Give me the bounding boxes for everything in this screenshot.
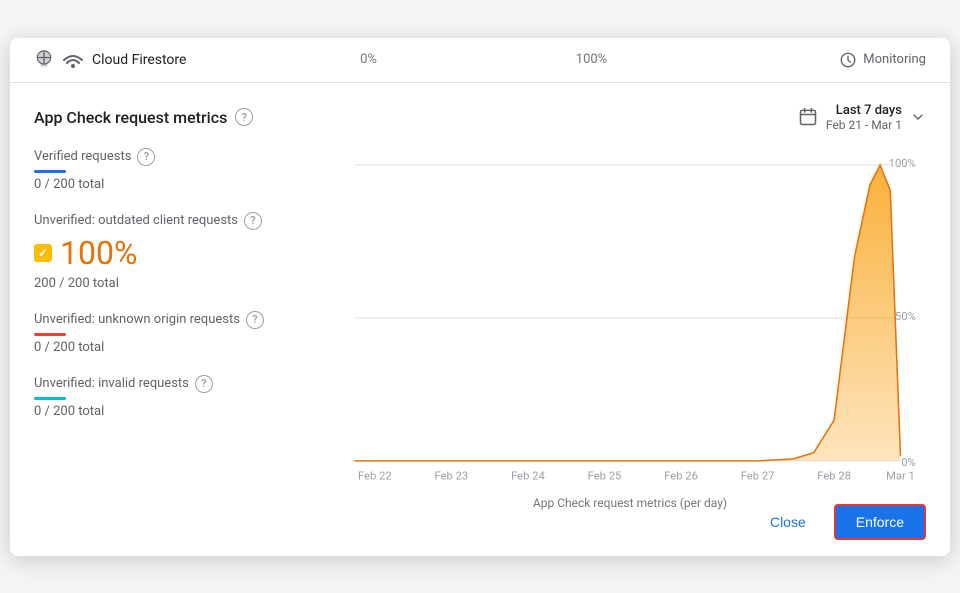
monitoring-link[interactable]: Monitoring: [703, 51, 926, 69]
svg-text:50%: 50%: [895, 310, 916, 323]
top-bar: Cloud Firestore 0% 100% Monitoring: [10, 38, 950, 83]
firestore-icon: [34, 50, 54, 70]
date-range-text: Last 7 days Feb 21 - Mar 1: [826, 103, 902, 132]
monitoring-label: Monitoring: [863, 52, 926, 67]
svg-text:Feb 23: Feb 23: [435, 469, 469, 482]
metrics-panel: Verified requests ? 0 / 200 total Unveri…: [34, 148, 334, 488]
svg-text:Feb 28: Feb 28: [817, 469, 851, 482]
service-info: Cloud Firestore: [34, 50, 257, 70]
chart-svg: 100% 50% 0%: [334, 148, 926, 488]
date-range-sub: Feb 21 - Mar 1: [826, 118, 902, 132]
metric-verified-count: 0 / 200 total: [34, 177, 334, 192]
metric-verified-line: [34, 170, 66, 173]
metric-outdated-label: Unverified: outdated client requests ?: [34, 212, 334, 230]
metric-invalid-label: Unverified: invalid requests ?: [34, 375, 334, 393]
metric-outdated-count: 200 / 200 total: [34, 276, 334, 291]
calendar-icon: [798, 107, 818, 127]
metric-invalid-help-icon[interactable]: ?: [195, 375, 213, 393]
svg-text:Feb 26: Feb 26: [664, 469, 698, 482]
metric-invalid: Unverified: invalid requests ? 0 / 200 t…: [34, 375, 334, 419]
metric-unknown-count: 0 / 200 total: [34, 340, 334, 355]
metric-invalid-count: 0 / 200 total: [34, 404, 334, 419]
metric-unknown-label: Unverified: unknown origin requests ?: [34, 311, 334, 329]
svg-text:Feb 25: Feb 25: [588, 469, 622, 482]
metric-outdated-help-icon[interactable]: ?: [244, 212, 262, 230]
section-help-icon[interactable]: ?: [235, 108, 253, 126]
svg-text:0%: 0%: [901, 456, 916, 469]
chart-area: 100% 50% 0%: [334, 148, 926, 488]
content-grid: Verified requests ? 0 / 200 total Unveri…: [34, 148, 926, 488]
clock-icon: [839, 51, 857, 69]
metric-outdated: Unverified: outdated client requests ? 1…: [34, 212, 334, 291]
metric-outdated-value: 100%: [60, 234, 137, 272]
svg-text:Feb 27: Feb 27: [741, 469, 775, 482]
dialog: Cloud Firestore 0% 100% Monitoring App C…: [10, 38, 950, 556]
chart-x-label: App Check request metrics (per day): [334, 496, 926, 518]
svg-text:100%: 100%: [889, 156, 916, 169]
pct-100: 100%: [480, 52, 703, 67]
metric-invalid-line: [34, 397, 66, 400]
service-name: Cloud Firestore: [92, 52, 186, 68]
date-range-main: Last 7 days: [826, 103, 902, 118]
svg-text:Feb 24: Feb 24: [511, 469, 545, 482]
section-header: App Check request metrics ? Last 7 days …: [34, 103, 926, 132]
metric-verified-label: Verified requests ?: [34, 148, 334, 166]
section-title: App Check request metrics: [34, 108, 227, 127]
chevron-down-icon: [910, 109, 926, 125]
svg-text:Feb 22: Feb 22: [358, 469, 392, 482]
metric-unknown-line: [34, 333, 66, 336]
main-content: App Check request metrics ? Last 7 days …: [10, 83, 950, 488]
cloud-firestore-icon: [62, 51, 84, 69]
svg-text:Mar 1: Mar 1: [886, 469, 915, 482]
date-range-selector[interactable]: Last 7 days Feb 21 - Mar 1: [798, 103, 926, 132]
metric-outdated-large: 100%: [34, 234, 334, 272]
metric-outdated-checkbox: [34, 244, 52, 262]
pct-0: 0%: [257, 52, 480, 67]
metric-unknown: Unverified: unknown origin requests ? 0 …: [34, 311, 334, 355]
metric-unknown-help-icon[interactable]: ?: [246, 311, 264, 329]
metric-verified: Verified requests ? 0 / 200 total: [34, 148, 334, 192]
section-title-container: App Check request metrics ?: [34, 108, 253, 127]
metric-verified-help-icon[interactable]: ?: [137, 148, 155, 166]
